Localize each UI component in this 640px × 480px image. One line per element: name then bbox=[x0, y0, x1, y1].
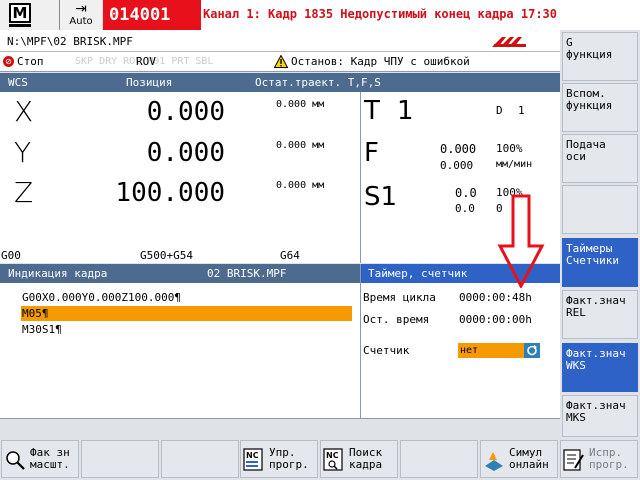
softkey-axis-feed[interactable]: Подача оси bbox=[562, 134, 638, 183]
machine-icon-underline bbox=[9, 24, 31, 27]
simulation-icon bbox=[485, 452, 503, 471]
axis-value-x: 0.000 bbox=[146, 97, 225, 127]
softkey-empty-2[interactable] bbox=[81, 440, 159, 478]
feed-unit: мм/мин bbox=[496, 159, 533, 170]
tool-number: 1 bbox=[397, 96, 414, 126]
d-number: 1 bbox=[518, 104, 525, 117]
softkey-edit-program[interactable]: Испр. прогр. bbox=[560, 440, 638, 478]
softkey-block-search[interactable]: NC Поиск кадра bbox=[320, 440, 398, 478]
axis-rest-y: 0.000 мм bbox=[276, 140, 325, 151]
softkey-zoom-actual[interactable]: Фак зн масшт. bbox=[1, 440, 79, 478]
feed-value-set: 0.000 bbox=[440, 159, 474, 172]
svg-text:NC: NC bbox=[246, 451, 259, 460]
spindle-value: 0.0 bbox=[455, 186, 477, 200]
rest-path-header: Остат.траект. T,F,S bbox=[255, 76, 381, 89]
gcode-path-mode: G64 bbox=[280, 249, 300, 262]
softkey-actual-mks[interactable]: Факт.знач MKS bbox=[562, 395, 638, 437]
block-display-title: Индикация кадра bbox=[8, 267, 108, 280]
timer-title: Таймер, счетчик bbox=[368, 267, 468, 280]
position-column-header: Позиция bbox=[126, 76, 173, 89]
auto-mode-icon: ⇥ bbox=[75, 1, 87, 17]
softkey-program-control[interactable]: NC Упр. прогр. bbox=[240, 440, 318, 478]
wcs-header[interactable]: WCS bbox=[8, 76, 28, 89]
program-line: G00X0.000Y0.000Z100.000¶ bbox=[22, 291, 181, 304]
axis-rest-x: 0.000 мм bbox=[276, 99, 325, 110]
axis-rest-z: 0.000 мм bbox=[276, 180, 325, 191]
stop-label: Стоп bbox=[17, 55, 44, 68]
spindle-letter: S1 bbox=[364, 182, 398, 212]
refresh-icon[interactable] bbox=[524, 343, 540, 358]
program-line: M30S1¶ bbox=[22, 323, 62, 336]
program-line-current: M05¶ bbox=[22, 307, 49, 320]
mode-label: Auto bbox=[69, 16, 93, 27]
program-path: N:\MPF\02 BRISK.MPF bbox=[7, 35, 133, 48]
zoom-icon bbox=[6, 451, 25, 470]
nc-search-icon: NC bbox=[323, 448, 343, 471]
svg-text:NC: NC bbox=[326, 451, 339, 460]
alarm-text: Канал 1: Кадр 1835 Недопустимый конец ка… bbox=[203, 7, 558, 21]
softkey-empty-3[interactable] bbox=[161, 440, 239, 478]
softkey-aux-function[interactable]: Вспом. функция bbox=[562, 83, 638, 132]
rov-label: ROV bbox=[136, 55, 156, 68]
counter-value: нет bbox=[460, 345, 479, 356]
d-label: D bbox=[496, 104, 503, 117]
softkey-simulation-online[interactable]: Симул онлайн bbox=[480, 440, 558, 478]
feed-letter: F bbox=[364, 138, 379, 168]
siemens-logo-icon bbox=[492, 37, 526, 47]
softkey-label: Испр. прогр. bbox=[589, 446, 629, 471]
block-display-file: 02 BRISK.MPF bbox=[207, 267, 287, 280]
divider bbox=[360, 92, 361, 263]
axis-value-y: 0.000 bbox=[146, 138, 225, 168]
softkey-empty-6[interactable] bbox=[400, 440, 478, 478]
softkey-actual-rel[interactable]: Факт.знач REL bbox=[562, 290, 638, 339]
stop-icon: ⊘ bbox=[3, 56, 14, 67]
spindle-value-set: 0.0 bbox=[455, 202, 475, 215]
softkey-empty[interactable] bbox=[562, 185, 638, 234]
machine-icon: M bbox=[9, 3, 31, 23]
remaining-time-value: 0000:00:00h bbox=[459, 313, 532, 326]
tool-letter: T bbox=[364, 96, 380, 126]
softkey-label: Фак зн масшт. bbox=[30, 446, 70, 471]
bottom-info-strip bbox=[0, 418, 560, 438]
axis-value-z: 100.000 bbox=[115, 178, 225, 208]
edit-program-icon bbox=[563, 449, 584, 471]
nc-icon: NC bbox=[243, 448, 263, 471]
warning-icon bbox=[274, 55, 288, 68]
gcode-offset: G500+G54 bbox=[140, 249, 193, 262]
counter-label: Счетчик bbox=[363, 344, 410, 357]
cycle-time-value: 0000:00:48h bbox=[459, 291, 532, 304]
stop-reason: Останов: Кадр ЧПУ с ошибкой bbox=[291, 55, 470, 68]
softkey-label: Поиск кадра bbox=[349, 446, 383, 471]
red-annotation-arrow bbox=[497, 194, 545, 288]
softkey-label: Упр. прогр. bbox=[269, 446, 309, 471]
feed-override: 100% bbox=[496, 142, 523, 155]
softkey-timers-counters[interactable]: Таймеры Счетчики bbox=[562, 238, 638, 287]
feed-value: 0.000 bbox=[440, 142, 477, 156]
softkey-g-function[interactable]: G функция bbox=[562, 32, 638, 81]
remaining-time-label: Ост. время bbox=[363, 313, 430, 326]
softkey-label: Симул онлайн bbox=[509, 446, 549, 471]
cycle-time-label: Время цикла bbox=[363, 291, 436, 304]
softkey-actual-wks[interactable]: Факт.знач WKS bbox=[562, 343, 638, 392]
current-block-highlight bbox=[21, 306, 352, 321]
gcode-motion: G00 bbox=[1, 249, 21, 262]
alarm-number[interactable]: 014001 bbox=[103, 0, 201, 30]
